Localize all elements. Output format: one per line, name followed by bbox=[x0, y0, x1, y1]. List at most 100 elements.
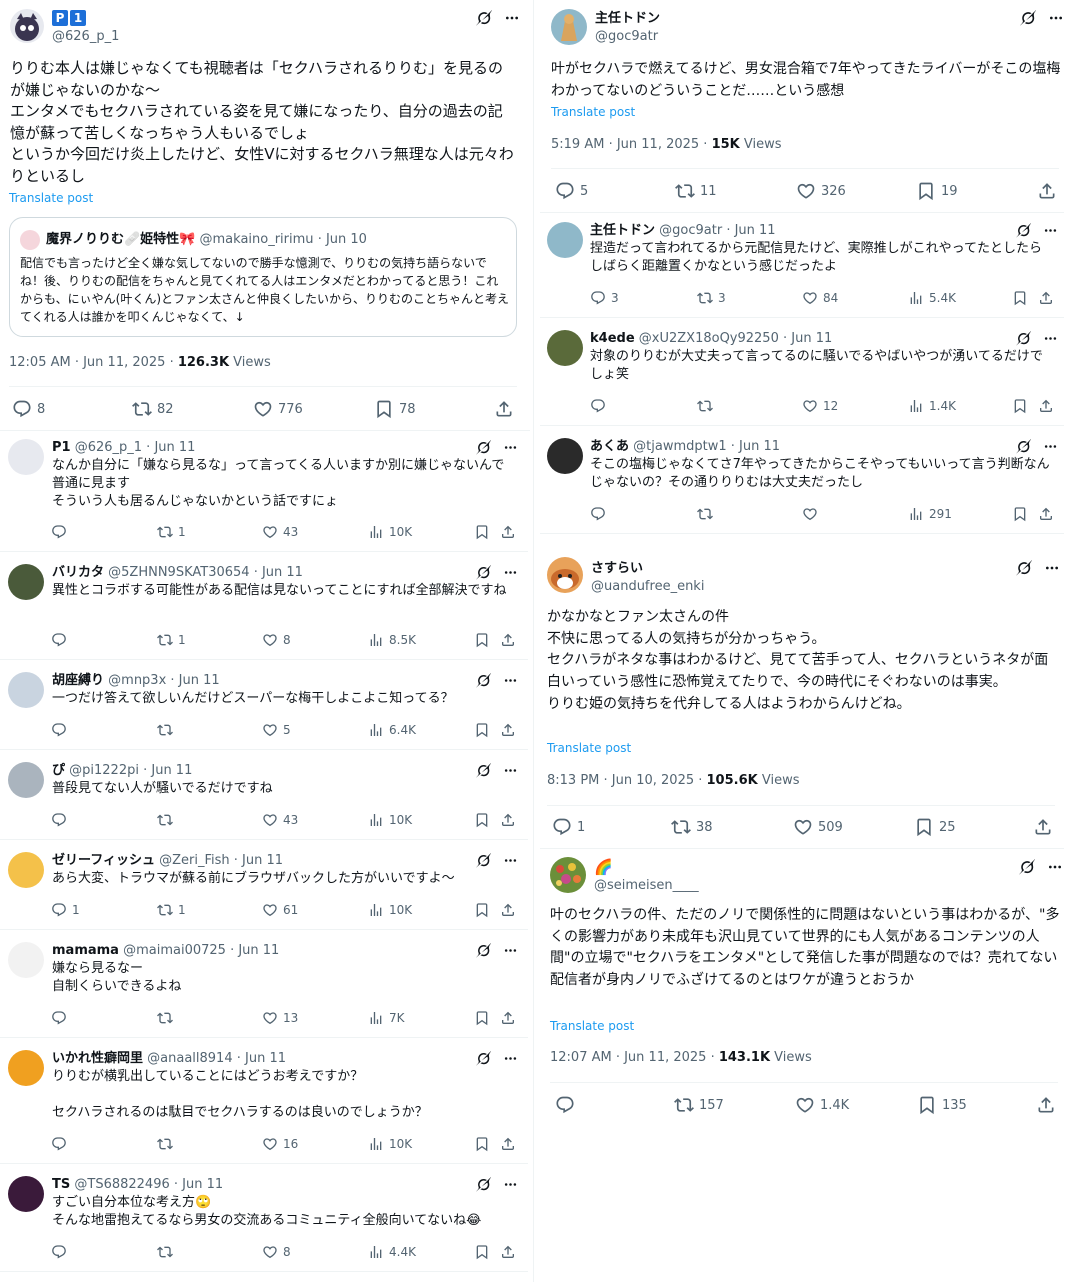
views-button[interactable]: 6.4K bbox=[368, 722, 416, 738]
translate-link[interactable]: Translate post bbox=[547, 741, 631, 755]
author-name[interactable]: mamama bbox=[52, 943, 119, 958]
views-button[interactable]: 8.5K bbox=[368, 632, 416, 648]
reply-button[interactable]: 1 bbox=[552, 817, 585, 837]
like-button[interactable]: 776 bbox=[253, 399, 303, 419]
author-handle[interactable]: @xU2ZX18oQy92250 · Jun 11 bbox=[639, 331, 832, 346]
repost-button[interactable]: 1 bbox=[157, 902, 186, 918]
reply-button[interactable] bbox=[51, 1010, 72, 1026]
bookmark-button[interactable] bbox=[474, 1244, 490, 1260]
bookmark-button[interactable]: 19 bbox=[916, 181, 958, 201]
reply-button[interactable] bbox=[51, 812, 72, 828]
author-name[interactable]: 主任トドン bbox=[595, 11, 660, 26]
more-icon[interactable] bbox=[503, 763, 518, 778]
avatar[interactable] bbox=[551, 9, 587, 45]
grok-icon[interactable] bbox=[476, 763, 491, 778]
like-button[interactable]: 5 bbox=[262, 722, 291, 738]
avatar[interactable] bbox=[550, 857, 586, 893]
author-name[interactable]: 主任トドン bbox=[590, 223, 655, 238]
reply-button[interactable]: 3 bbox=[590, 290, 619, 306]
like-button[interactable]: 16 bbox=[262, 1136, 298, 1152]
share-button[interactable] bbox=[500, 1136, 516, 1152]
repost-button[interactable]: 1 bbox=[157, 524, 186, 540]
share-button[interactable] bbox=[500, 524, 516, 540]
more-icon[interactable] bbox=[503, 440, 518, 455]
author-name[interactable]: あくあ bbox=[590, 439, 629, 454]
repost-button[interactable] bbox=[157, 1010, 178, 1026]
like-button[interactable]: 8 bbox=[262, 632, 291, 648]
grok-icon[interactable] bbox=[476, 853, 491, 868]
share-button[interactable] bbox=[500, 902, 516, 918]
repost-button[interactable]: 11 bbox=[675, 181, 717, 201]
author-name[interactable]: さすらい bbox=[591, 561, 643, 576]
bookmark-button[interactable] bbox=[474, 1010, 490, 1026]
grok-icon[interactable] bbox=[476, 673, 491, 688]
repost-button[interactable] bbox=[157, 1244, 178, 1260]
share-button[interactable] bbox=[494, 399, 514, 419]
author-handle[interactable]: @626_p_1 · Jun 11 bbox=[75, 440, 196, 455]
like-button[interactable]: 12 bbox=[802, 398, 838, 414]
author-name[interactable]: ぴ bbox=[52, 763, 65, 778]
bookmark-button[interactable] bbox=[1012, 398, 1028, 414]
grok-icon[interactable] bbox=[476, 1051, 491, 1066]
reply-button[interactable] bbox=[555, 1095, 580, 1115]
reply-button[interactable] bbox=[51, 632, 72, 648]
post-time[interactable]: 5:19 AM · Jun 11, 2025 · bbox=[551, 137, 712, 152]
reply-button[interactable] bbox=[590, 506, 611, 522]
more-icon[interactable] bbox=[1048, 10, 1064, 26]
author-name[interactable]: ゼリーフィッシュ bbox=[52, 853, 155, 868]
share-button[interactable] bbox=[1036, 1095, 1056, 1115]
reply-button[interactable]: 1 bbox=[51, 902, 80, 918]
avatar[interactable] bbox=[8, 564, 44, 600]
grok-icon[interactable] bbox=[476, 10, 492, 26]
author-name[interactable]: 🌈 bbox=[594, 858, 613, 876]
like-button[interactable]: 43 bbox=[262, 524, 298, 540]
grok-icon[interactable] bbox=[476, 440, 491, 455]
more-icon[interactable] bbox=[1043, 223, 1058, 238]
share-button[interactable] bbox=[1038, 398, 1054, 414]
grok-icon[interactable] bbox=[1016, 223, 1031, 238]
bookmark-button[interactable]: 25 bbox=[914, 817, 956, 837]
translate-link[interactable]: Translate post bbox=[9, 191, 93, 205]
bookmark-button[interactable] bbox=[474, 1136, 490, 1152]
views-button[interactable]: 10K bbox=[368, 812, 412, 828]
share-button[interactable] bbox=[1033, 817, 1053, 837]
grok-icon[interactable] bbox=[1019, 859, 1035, 875]
grok-icon[interactable] bbox=[476, 1177, 491, 1192]
bookmark-button[interactable] bbox=[1012, 290, 1028, 306]
repost-button[interactable]: 3 bbox=[697, 290, 726, 306]
author-handle[interactable]: @mnp3x · Jun 11 bbox=[108, 673, 220, 688]
author-name[interactable]: k4ede bbox=[590, 331, 635, 346]
avatar[interactable] bbox=[8, 942, 44, 978]
share-button[interactable] bbox=[500, 1244, 516, 1260]
grok-icon[interactable] bbox=[1020, 10, 1036, 26]
more-icon[interactable] bbox=[503, 673, 518, 688]
views-button[interactable]: 10K bbox=[368, 1136, 412, 1152]
views-button[interactable]: 291 bbox=[908, 506, 952, 522]
post-time[interactable]: 8:13 PM · Jun 10, 2025 · bbox=[547, 773, 707, 788]
like-button[interactable]: 61 bbox=[262, 902, 298, 918]
like-button[interactable]: 326 bbox=[796, 181, 846, 201]
share-button[interactable] bbox=[1038, 290, 1054, 306]
repost-button[interactable]: 157 bbox=[674, 1095, 724, 1115]
more-icon[interactable] bbox=[1047, 859, 1063, 875]
bookmark-button[interactable]: 78 bbox=[374, 399, 416, 419]
author-handle[interactable]: @5ZHNN9SKAT30654 · Jun 11 bbox=[108, 565, 303, 580]
repost-button[interactable] bbox=[697, 506, 718, 522]
views-button[interactable]: 4.4K bbox=[368, 1244, 416, 1260]
post-handle[interactable]: @goc9atr bbox=[595, 28, 658, 46]
bookmark-button[interactable] bbox=[474, 524, 490, 540]
more-icon[interactable] bbox=[1043, 439, 1058, 454]
reply-button[interactable]: 8 bbox=[12, 399, 45, 419]
views-button[interactable]: 10K bbox=[368, 902, 412, 918]
more-icon[interactable] bbox=[503, 565, 518, 580]
reply-button[interactable] bbox=[51, 722, 72, 738]
views-button[interactable]: 10K bbox=[368, 524, 412, 540]
repost-button[interactable]: 38 bbox=[671, 817, 713, 837]
views-button[interactable]: 7K bbox=[368, 1010, 405, 1026]
repost-button[interactable] bbox=[157, 722, 178, 738]
avatar[interactable] bbox=[8, 762, 44, 798]
share-button[interactable] bbox=[1037, 181, 1057, 201]
avatar[interactable] bbox=[8, 672, 44, 708]
like-button[interactable]: 84 bbox=[802, 290, 838, 306]
author-name[interactable]: TS bbox=[52, 1177, 70, 1192]
